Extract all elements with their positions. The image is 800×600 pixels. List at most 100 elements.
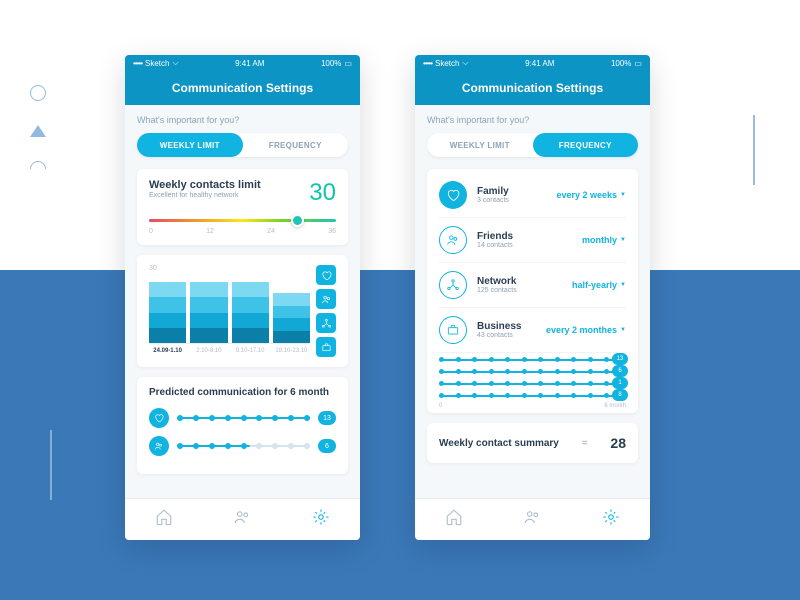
freq-badge-2: 6 bbox=[612, 365, 628, 377]
bar-week-2[interactable] bbox=[190, 274, 227, 343]
cat-count: 43 contacts bbox=[477, 332, 536, 339]
phone-weekly-limit: ••••• Sketch ⌵ 9:41 AM 100% ▭ Communicat… bbox=[125, 55, 360, 540]
nav-home[interactable] bbox=[155, 508, 173, 531]
limit-slider[interactable] bbox=[149, 219, 336, 222]
limit-value: 30 bbox=[309, 179, 336, 207]
decoration-line-right bbox=[753, 115, 755, 185]
tab-weekly-limit[interactable]: WEEKLY LIMIT bbox=[137, 133, 243, 157]
category-network[interactable]: Network125 contacts half-yearly bbox=[439, 263, 626, 308]
battery-icon: ▭ bbox=[634, 59, 642, 68]
cat-count: 125 contacts bbox=[477, 287, 562, 294]
stacked-bars bbox=[149, 274, 310, 344]
bottom-nav bbox=[125, 498, 360, 540]
freq-badge-1: 13 bbox=[612, 353, 628, 365]
freq-line-3: 1 bbox=[439, 383, 626, 385]
category-family[interactable]: Family3 contacts every 2 weeks bbox=[439, 173, 626, 218]
nav-settings[interactable] bbox=[602, 508, 620, 531]
prompt-text: What's important for you? bbox=[427, 115, 638, 125]
filter-heart-icon[interactable] bbox=[316, 265, 336, 285]
signal-dots-icon: ••••• bbox=[423, 59, 432, 68]
freq-line-1: 13 bbox=[439, 359, 626, 361]
carrier-label: Sketch bbox=[145, 59, 169, 68]
predicted-title: Predicted communication for 6 month bbox=[149, 387, 336, 398]
freq-badge-3: 1 bbox=[612, 377, 628, 389]
status-bar: ••••• Sketch ⌵ 9:41 AM 100% ▭ bbox=[125, 55, 360, 71]
people-icon bbox=[149, 436, 169, 456]
cat-name: Business bbox=[477, 321, 536, 332]
cat-name: Friends bbox=[477, 231, 572, 242]
cat-name: Network bbox=[477, 276, 562, 287]
tab-frequency[interactable]: FREQUENCY bbox=[533, 133, 639, 157]
freq-axis-end: 6 month bbox=[604, 403, 626, 409]
summary-title: Weekly contact summary bbox=[439, 438, 559, 449]
bar-week-4[interactable] bbox=[273, 274, 310, 343]
people-icon bbox=[439, 226, 467, 254]
equals-sign: = bbox=[582, 438, 588, 449]
weekly-limit-card: Weekly contacts limit Excellent for heal… bbox=[137, 169, 348, 245]
nav-contacts[interactable] bbox=[233, 508, 251, 531]
heart-icon bbox=[439, 181, 467, 209]
bar-label-4: 18.10-23.10 bbox=[273, 348, 310, 354]
bar-label-3: 9.10-17.10 bbox=[232, 348, 269, 354]
page-title: Communication Settings bbox=[172, 81, 313, 95]
limit-subtitle: Excellent for healthy network bbox=[149, 192, 261, 199]
slider-ticks: 0 12 24 36 bbox=[149, 228, 336, 235]
status-time: 9:41 AM bbox=[235, 59, 264, 68]
bar-label-1: 24.09-1.10 bbox=[149, 348, 186, 354]
tick-12: 12 bbox=[206, 228, 214, 235]
slider-thumb[interactable] bbox=[291, 214, 304, 227]
filter-briefcase-icon[interactable] bbox=[316, 337, 336, 357]
briefcase-icon bbox=[439, 316, 467, 344]
cat-name: Family bbox=[477, 186, 546, 197]
tick-24: 24 bbox=[267, 228, 275, 235]
signal-dots-icon: ••••• bbox=[133, 59, 142, 68]
cat-count: 3 contacts bbox=[477, 197, 546, 204]
limit-title: Weekly contacts limit bbox=[149, 179, 261, 191]
bar-week-1[interactable] bbox=[149, 274, 186, 343]
nav-contacts[interactable] bbox=[523, 508, 541, 531]
chart-ylabel: 30 bbox=[149, 265, 310, 272]
nav-settings[interactable] bbox=[312, 508, 330, 531]
decoration-line-left bbox=[50, 430, 52, 500]
freq-badge-4: 8 bbox=[612, 389, 628, 401]
filter-people-icon[interactable] bbox=[316, 289, 336, 309]
page-title: Communication Settings bbox=[462, 81, 603, 95]
nav-home[interactable] bbox=[445, 508, 463, 531]
wifi-icon: ⌵ bbox=[462, 58, 468, 68]
weekly-chart-card: 30 24.09-1.10 2.10-8.10 9.10-17.10 18.10… bbox=[137, 255, 348, 367]
filter-network-icon[interactable] bbox=[316, 313, 336, 333]
summary-value: 28 bbox=[610, 435, 626, 451]
battery-pct: 100% bbox=[611, 59, 631, 68]
summary-card: Weekly contact summary = 28 bbox=[427, 423, 638, 463]
tab-switcher: WEEKLY LIMIT FREQUENCY bbox=[137, 133, 348, 157]
category-business[interactable]: Business43 contacts every 2 monthes bbox=[439, 308, 626, 353]
bar-week-3[interactable] bbox=[232, 274, 269, 343]
decoration-left bbox=[30, 85, 46, 169]
tick-36: 36 bbox=[328, 228, 336, 235]
battery-icon: ▭ bbox=[344, 59, 352, 68]
bar-label-2: 2.10-8.10 bbox=[190, 348, 227, 354]
freq-line-4: 8 bbox=[439, 395, 626, 397]
tab-frequency[interactable]: FREQUENCY bbox=[243, 133, 349, 157]
freq-dropdown[interactable]: every 2 monthes bbox=[546, 325, 626, 335]
freq-line-2: 6 bbox=[439, 371, 626, 373]
predicted-card: Predicted communication for 6 month 13 6 bbox=[137, 377, 348, 474]
freq-axis-start: 0 bbox=[439, 403, 442, 409]
predicted-value-2: 6 bbox=[318, 439, 336, 453]
freq-dropdown[interactable]: half-yearly bbox=[572, 280, 626, 290]
predicted-row-friends: 6 bbox=[149, 436, 336, 456]
status-time: 9:41 AM bbox=[525, 59, 554, 68]
tab-weekly-limit[interactable]: WEEKLY LIMIT bbox=[427, 133, 533, 157]
category-friends[interactable]: Friends14 contacts monthly bbox=[439, 218, 626, 263]
cat-count: 14 contacts bbox=[477, 242, 572, 249]
battery-pct: 100% bbox=[321, 59, 341, 68]
carrier-label: Sketch bbox=[435, 59, 459, 68]
prompt-text: What's important for you? bbox=[137, 115, 348, 125]
freq-dropdown[interactable]: monthly bbox=[582, 235, 626, 245]
tick-0: 0 bbox=[149, 228, 153, 235]
status-bar: ••••• Sketch ⌵ 9:41 AM 100% ▭ bbox=[415, 55, 650, 71]
tab-switcher: WEEKLY LIMIT FREQUENCY bbox=[427, 133, 638, 157]
network-icon bbox=[439, 271, 467, 299]
heart-icon bbox=[149, 408, 169, 428]
freq-dropdown[interactable]: every 2 weeks bbox=[556, 190, 626, 200]
